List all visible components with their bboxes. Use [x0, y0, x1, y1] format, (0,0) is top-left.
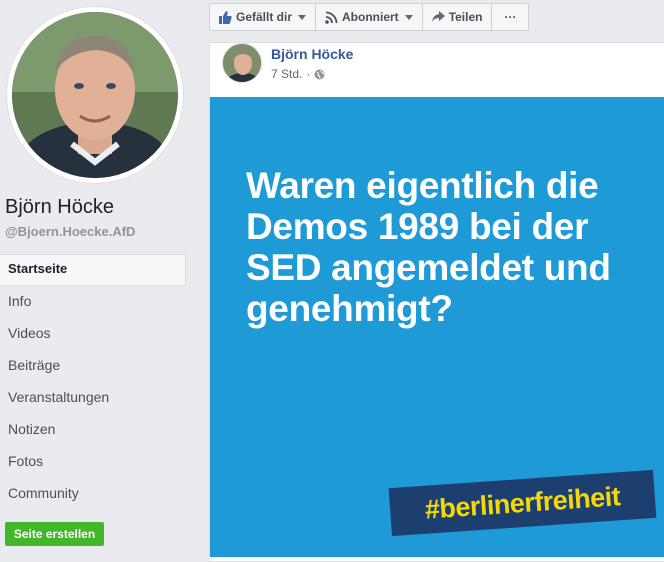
post-timestamp[interactable]: 7 Std. · [271, 67, 325, 81]
subscribe-button[interactable]: Abonniert [316, 4, 423, 30]
page-nav: Startseite Info Videos Beiträge Veransta… [0, 254, 186, 510]
nav-item-community[interactable]: Community [0, 478, 186, 510]
nav-item-notizen[interactable]: Notizen [0, 414, 186, 446]
page-title: Björn Höcke [5, 196, 114, 218]
like-button[interactable]: Gefällt dir [210, 4, 317, 30]
post-author-name[interactable]: Björn Höcke [271, 46, 353, 62]
share-button-label: Teilen [448, 10, 483, 24]
profile-photo-portrait [12, 12, 178, 178]
profile-picture[interactable] [12, 12, 178, 178]
create-page-button[interactable]: Seite erstellen [5, 522, 104, 546]
subscribe-button-label: Abonniert [342, 10, 399, 24]
globe-icon [314, 69, 325, 79]
post-card: Björn Höcke 7 Std. · Waren eigentlich di… [209, 42, 664, 562]
nav-item-fotos[interactable]: Fotos [0, 446, 186, 478]
share-button[interactable]: Teilen [423, 4, 493, 30]
thumbs-up-icon [219, 10, 232, 24]
post-image[interactable]: Waren eigentlich die Demos 1989 bei der … [210, 97, 664, 557]
nav-item-info[interactable]: Info [0, 286, 186, 318]
rss-feed-icon [325, 11, 338, 24]
image-headline: Waren eigentlich die Demos 1989 bei der … [246, 165, 611, 329]
hashtag-text: #berlinerfreiheit [423, 480, 622, 525]
nav-item-veranstaltungen[interactable]: Veranstaltungen [0, 382, 186, 414]
more-options-button[interactable]: ··· [492, 4, 528, 30]
left-sidebar: Björn Höcke @Bjoern.Hoecke.AfD Startseit… [0, 0, 196, 549]
chevron-down-icon [404, 14, 413, 20]
nav-item-beitraege[interactable]: Beiträge [0, 350, 186, 382]
page-handle: @Bjoern.Hoecke.AfD [5, 224, 136, 239]
page-action-bar: Gefällt dir Abonniert Teilen ··· [209, 3, 530, 31]
nav-item-startseite[interactable]: Startseite [0, 254, 186, 286]
like-button-label: Gefällt dir [236, 10, 293, 24]
dot-separator: · [306, 67, 311, 81]
hashtag-banner: #berlinerfreiheit [388, 469, 657, 537]
chevron-down-icon [298, 14, 307, 20]
more-options-label: ··· [504, 10, 517, 24]
post-author-avatar[interactable] [222, 43, 262, 83]
nav-item-videos[interactable]: Videos [0, 318, 186, 350]
share-arrow-icon [431, 11, 445, 22]
profile-picture-frame[interactable] [6, 6, 184, 184]
author-avatar-photo [223, 44, 261, 82]
post-time-text: 7 Std. [271, 67, 303, 81]
